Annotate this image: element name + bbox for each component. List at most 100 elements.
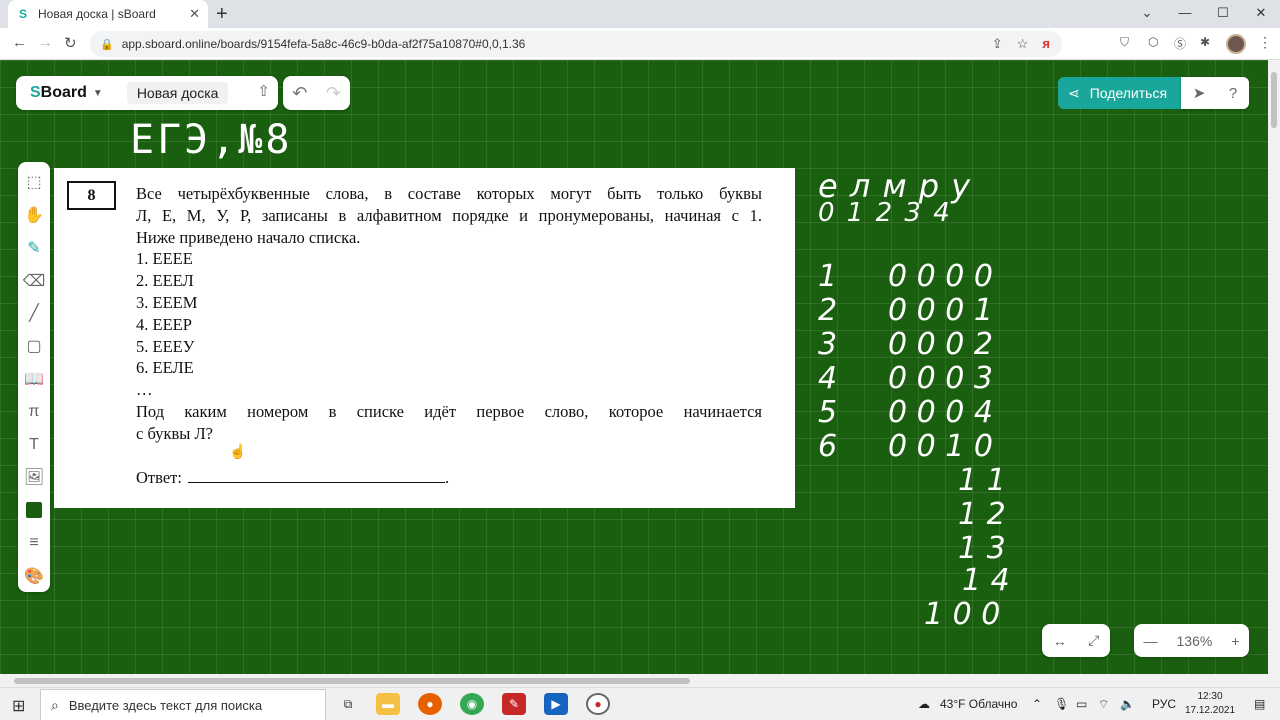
image-tool[interactable]: 🖼 [18,461,50,494]
sboard-logo[interactable]: SBoard [30,84,87,102]
vertical-scrollbar[interactable] [1268,60,1280,674]
question-line: Под каким номером в списке идёт первое с… [136,401,762,421]
handwritten-row-number: 3 [818,327,838,362]
close-window-button[interactable]: ✕ [1242,0,1280,28]
palette-tool[interactable]: 🎨 [18,559,50,592]
fit-width-icon[interactable]: ↔ [1053,633,1067,649]
battery-icon[interactable]: ▭ [1076,697,1087,711]
handwritten-row-number: 1 [818,259,838,294]
handwritten-digits: 0 1 2 3 4 [818,198,952,228]
address-bar[interactable]: 🔒 app.sboard.online/boards/9154fefa-5a8c… [90,31,1062,57]
url-text: app.sboard.online/boards/9154fefa-5a8c-4… [121,37,526,51]
tools-panel: ⬚ ✋ ✎ ⌫ ╱ ▢ 📖 π T 🖼 ≡ 🎨 [18,162,50,592]
profile-avatar[interactable] [1226,34,1246,54]
task-view-icon[interactable]: ⧉ [336,693,360,715]
undo-button[interactable]: ↶ [292,83,307,104]
zoom-out-button[interactable]: — [1144,633,1158,649]
share-icon: ⋖ [1068,84,1080,101]
microphone-icon[interactable]: 🎙 [1054,697,1069,711]
zoom-in-button[interactable]: + [1231,633,1239,649]
volume-icon[interactable]: 🔈 [1120,697,1135,711]
back-button[interactable]: ← [12,34,27,51]
shape-tool[interactable]: ▢ [18,330,50,363]
color-swatch[interactable] [18,494,50,527]
windows-taskbar: ⊞ ⌕ Введите здесь текст для поиска ⧉ ▬ ●… [0,687,1280,720]
pdf-app-icon[interactable]: ✎ [502,693,526,715]
window-controls: ⌄ — ☐ ✕ [1128,0,1280,28]
taskbar-search[interactable]: ⌕ Введите здесь текст для поиска [40,689,326,720]
tab-title: Новая доска | sBoard [38,7,156,21]
fit-controls: ↔ ⤢ [1042,624,1110,657]
network-icon[interactable]: ⌔ [1098,697,1109,712]
handwritten-row-code: 0 0 0 3 [888,361,993,396]
horizontal-scrollbar[interactable] [0,674,1280,687]
task-card[interactable]: 8 Все четырёхбуквенные слова, в составе … [54,168,795,508]
video-app-icon[interactable]: ▶ [544,693,568,715]
vertical-scroll-thumb[interactable] [1271,72,1277,128]
pointer-icon[interactable]: ➤ [1193,84,1206,102]
yandex-icon[interactable]: я [1042,36,1050,52]
share-button[interactable]: ⋖ Поделиться [1058,77,1182,109]
help-icon[interactable]: ? [1229,85,1237,102]
record-icon[interactable]: ● [586,693,610,715]
board-header: SBoard ▼ Новая доска ⇧ [16,76,278,110]
extensions-puzzle-icon[interactable]: ✱ [1200,35,1210,49]
select-tool[interactable]: ⬚ [18,166,50,199]
text-tool-icon: T [29,435,39,453]
chrome-icon[interactable]: ◉ [460,693,484,715]
formula-tool-icon: π [28,402,40,420]
notifications-icon[interactable]: ▤ [1254,697,1265,711]
zoom-level[interactable]: 136% [1177,633,1213,649]
forward-button[interactable]: → [38,34,53,51]
board-name[interactable]: Новая доска [126,82,229,104]
search-icon: ⌕ [51,696,59,713]
text-tool[interactable]: T [18,428,50,461]
redo-button[interactable]: ↷ [326,83,341,104]
list-item: 3. ЕЕЕМ [136,292,198,312]
eraser-tool[interactable]: ⌫ [18,264,50,297]
clock-date: 17.12.2021 [1184,705,1236,716]
pen-tool[interactable]: ✎ [18,232,50,265]
language-indicator[interactable]: РУС [1152,697,1176,711]
tab-search-icon[interactable]: ⌄ [1128,0,1166,28]
shield-extension-icon[interactable]: ⛉ [1120,35,1129,50]
task-intro-line: Л, Е, М, У, Р, записаны в алфавитном пор… [136,205,762,225]
reload-button[interactable]: ↻ [64,34,77,52]
firefox-icon[interactable]: ● [418,693,442,715]
eraser-tool-icon: ⌫ [22,272,46,290]
weather-text[interactable]: 43°F Облачно [940,697,1017,711]
close-tab-icon[interactable]: ✕ [189,6,200,22]
line-tool[interactable]: ╱ [18,297,50,330]
clock-time: 12:30 [1197,691,1223,702]
horizontal-scroll-thumb[interactable] [14,678,690,684]
windows-start-icon[interactable]: ⊞ [12,696,25,716]
formula-tool[interactable]: π [18,395,50,428]
minimize-button[interactable]: — [1166,0,1204,28]
tray-chevron-icon[interactable]: ⌃ [1032,697,1042,711]
s-extension-icon[interactable]: Ⓢ [1174,35,1186,52]
share-aux-panel: ➤ ? [1181,77,1249,109]
bookmark-star-icon[interactable]: ☆ [1017,36,1029,52]
stroke-width-tool[interactable]: ≡ [18,526,50,559]
fullscreen-icon[interactable]: ⤢ [1088,632,1099,649]
hand-tool-icon: ✋ [24,207,44,225]
system-clock[interactable]: 12:30 17.12.2021 [1180,690,1240,718]
hand-tool[interactable]: ✋ [18,199,50,232]
browser-tab[interactable]: S Новая доска | sBoard ✕ [8,0,208,28]
handwritten-extra: 1 0 0 [924,597,1001,632]
stroke-width-tool-icon: ≡ [29,533,39,551]
file-explorer-icon[interactable]: ▬ [376,693,400,715]
lock-icon: 🔒 [100,38,114,51]
chevron-down-icon[interactable]: ▼ [93,88,103,99]
book-tool[interactable]: 📖 [18,363,50,396]
browser-menu-icon[interactable]: ⋮ [1258,34,1272,51]
handwritten-row-code: 0 0 1 0 [888,429,993,464]
cube-extension-icon[interactable]: ⬡ [1148,35,1158,49]
upload-icon[interactable]: ⇧ [257,82,270,100]
weather-icon[interactable]: ☁ [918,697,930,711]
maximize-button[interactable]: ☐ [1204,0,1242,28]
browser-toolbar: ← → ↻ 🔒 app.sboard.online/boards/9154fef… [0,28,1280,60]
share-page-icon[interactable]: ⇪ [992,36,1003,52]
handwritten-row-number: 6 [818,429,838,464]
new-tab-button[interactable]: + [216,3,228,26]
